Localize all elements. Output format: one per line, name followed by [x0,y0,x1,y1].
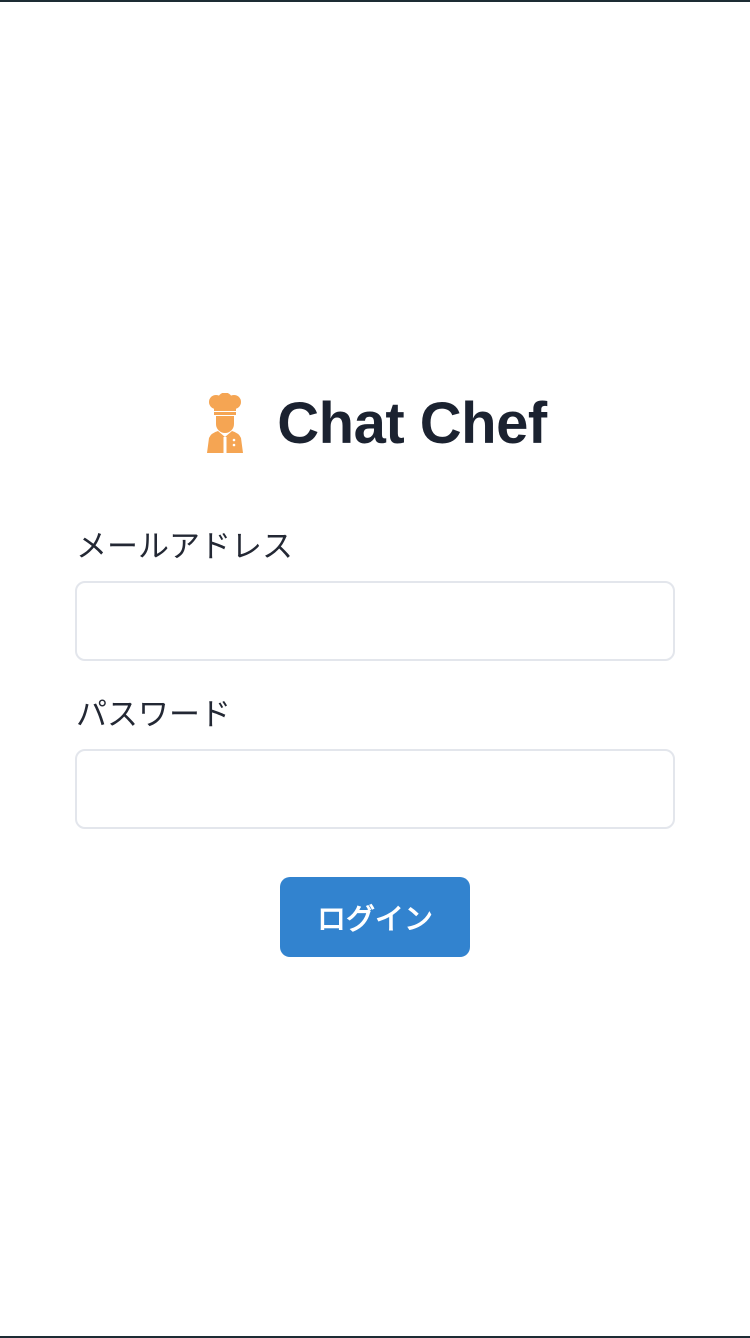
login-button[interactable]: ログイン [280,877,470,957]
chef-icon [207,393,244,453]
app-header: Chat Chef [0,388,750,458]
password-input[interactable] [75,749,675,829]
email-label: メールアドレス [76,529,293,565]
email-input[interactable] [75,581,675,661]
password-label: パスワード [76,697,231,733]
app-title: Chat Chef [277,391,547,456]
top-edge-line [0,0,750,2]
